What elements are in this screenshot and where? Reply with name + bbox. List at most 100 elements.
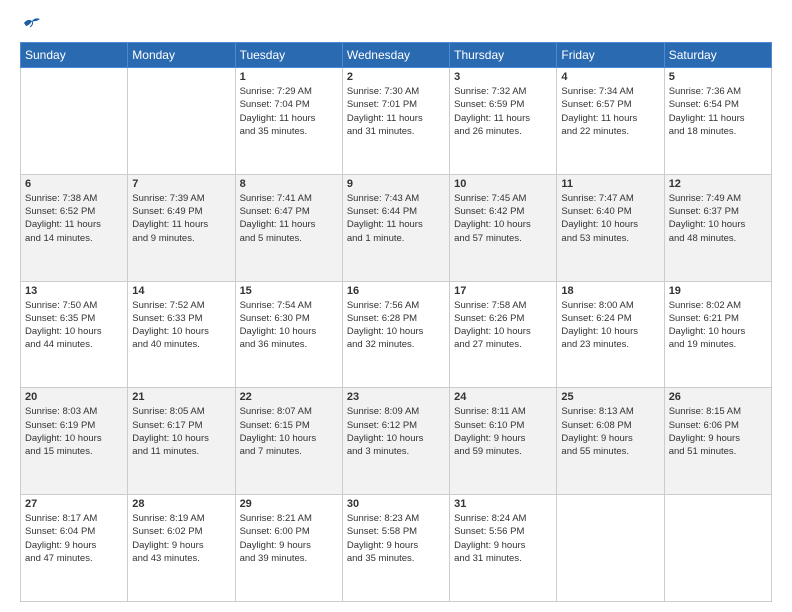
calendar-cell: 19 Sunrise: 8:02 AM Sunset: 6:21 PM Dayli… [664, 281, 771, 388]
calendar-table: SundayMondayTuesdayWednesdayThursdayFrid… [20, 42, 772, 602]
calendar-cell: 30 Sunrise: 8:23 AM Sunset: 5:58 PM Dayli… [342, 495, 449, 602]
day-number: 26 [669, 391, 767, 403]
cell-info: Sunrise: 7:52 AM Sunset: 6:33 PM Dayligh… [132, 299, 230, 352]
calendar-cell: 13 Sunrise: 7:50 AM Sunset: 6:35 PM Dayli… [21, 281, 128, 388]
calendar-week-5: 27Sunrise: 8:17 AM Sunset: 6:04 PM Dayli… [21, 495, 772, 602]
cell-info: Sunrise: 8:15 AM Sunset: 6:06 PM Dayligh… [669, 405, 767, 458]
day-number: 7 [132, 178, 230, 190]
cell-info: Sunrise: 8:24 AM Sunset: 5:56 PM Dayligh… [454, 512, 552, 565]
day-number: 17 [454, 285, 552, 297]
weekday-header-sunday: Sunday [21, 43, 128, 68]
calendar-cell: 16 Sunrise: 7:56 AM Sunset: 6:28 PM Dayli… [342, 281, 449, 388]
cell-info: Sunrise: 7:49 AM Sunset: 6:37 PM Dayligh… [669, 192, 767, 245]
calendar-cell: 15Sunrise: 7:54 AM Sunset: 6:30 PM Dayli… [235, 281, 342, 388]
cell-info: Sunrise: 7:54 AM Sunset: 6:30 PM Dayligh… [240, 299, 338, 352]
calendar-cell: 9 Sunrise: 7:43 AM Sunset: 6:44 PM Daylig… [342, 174, 449, 281]
day-number: 10 [454, 178, 552, 190]
cell-info: Sunrise: 8:02 AM Sunset: 6:21 PM Dayligh… [669, 299, 767, 352]
calendar-cell: 11Sunrise: 7:47 AM Sunset: 6:40 PM Dayli… [557, 174, 664, 281]
day-number: 24 [454, 391, 552, 403]
cell-info: Sunrise: 7:34 AM Sunset: 6:57 PM Dayligh… [561, 85, 659, 138]
day-number: 27 [25, 498, 123, 510]
cell-info: Sunrise: 7:41 AM Sunset: 6:47 PM Dayligh… [240, 192, 338, 245]
day-number: 5 [669, 71, 767, 83]
cell-info: Sunrise: 7:56 AM Sunset: 6:28 PM Dayligh… [347, 299, 445, 352]
day-number: 14 [132, 285, 230, 297]
cell-info: Sunrise: 8:07 AM Sunset: 6:15 PM Dayligh… [240, 405, 338, 458]
weekday-header-tuesday: Tuesday [235, 43, 342, 68]
cell-info: Sunrise: 7:29 AM Sunset: 7:04 PM Dayligh… [240, 85, 338, 138]
day-number: 13 [25, 285, 123, 297]
weekday-header-saturday: Saturday [664, 43, 771, 68]
day-number: 2 [347, 71, 445, 83]
calendar-cell: 26 Sunrise: 8:15 AM Sunset: 6:06 PM Dayli… [664, 388, 771, 495]
day-number: 30 [347, 498, 445, 510]
calendar-cell: 12 Sunrise: 7:49 AM Sunset: 6:37 PM Dayli… [664, 174, 771, 281]
calendar-cell: 3 Sunrise: 7:32 AM Sunset: 6:59 PM Daylig… [450, 68, 557, 175]
cell-info: Sunrise: 8:23 AM Sunset: 5:58 PM Dayligh… [347, 512, 445, 565]
calendar-cell: 14 Sunrise: 7:52 AM Sunset: 6:33 PM Dayli… [128, 281, 235, 388]
cell-info: Sunrise: 7:58 AM Sunset: 6:26 PM Dayligh… [454, 299, 552, 352]
day-number: 29 [240, 498, 338, 510]
calendar-cell: 1 Sunrise: 7:29 AM Sunset: 7:04 PM Daylig… [235, 68, 342, 175]
day-number: 1 [240, 71, 338, 83]
day-number: 18 [561, 285, 659, 297]
calendar-cell: 8 Sunrise: 7:41 AM Sunset: 6:47 PM Daylig… [235, 174, 342, 281]
day-number: 23 [347, 391, 445, 403]
calendar-week-4: 20 Sunrise: 8:03 AM Sunset: 6:19 PM Dayli… [21, 388, 772, 495]
calendar-cell: 7 Sunrise: 7:39 AM Sunset: 6:49 PM Daylig… [128, 174, 235, 281]
header [20, 18, 772, 32]
calendar-cell: 23 Sunrise: 8:09 AM Sunset: 6:12 PM Dayli… [342, 388, 449, 495]
cell-info: Sunrise: 8:21 AM Sunset: 6:00 PM Dayligh… [240, 512, 338, 565]
day-number: 20 [25, 391, 123, 403]
day-number: 22 [240, 391, 338, 403]
calendar-cell: 25 Sunrise: 8:13 AM Sunset: 6:08 PM Dayli… [557, 388, 664, 495]
weekday-header-friday: Friday [557, 43, 664, 68]
day-number: 12 [669, 178, 767, 190]
cell-info: Sunrise: 7:43 AM Sunset: 6:44 PM Dayligh… [347, 192, 445, 245]
calendar-week-1: 1 Sunrise: 7:29 AM Sunset: 7:04 PM Daylig… [21, 68, 772, 175]
calendar-cell: 28Sunrise: 8:19 AM Sunset: 6:02 PM Dayli… [128, 495, 235, 602]
cell-info: Sunrise: 7:32 AM Sunset: 6:59 PM Dayligh… [454, 85, 552, 138]
cell-info: Sunrise: 8:03 AM Sunset: 6:19 PM Dayligh… [25, 405, 123, 458]
cell-info: Sunrise: 8:05 AM Sunset: 6:17 PM Dayligh… [132, 405, 230, 458]
calendar-week-2: 6 Sunrise: 7:38 AM Sunset: 6:52 PM Daylig… [21, 174, 772, 281]
cell-info: Sunrise: 8:09 AM Sunset: 6:12 PM Dayligh… [347, 405, 445, 458]
calendar-cell: 27Sunrise: 8:17 AM Sunset: 6:04 PM Dayli… [21, 495, 128, 602]
cell-info: Sunrise: 7:38 AM Sunset: 6:52 PM Dayligh… [25, 192, 123, 245]
day-number: 8 [240, 178, 338, 190]
cell-info: Sunrise: 7:39 AM Sunset: 6:49 PM Dayligh… [132, 192, 230, 245]
cell-info: Sunrise: 7:30 AM Sunset: 7:01 PM Dayligh… [347, 85, 445, 138]
logo-bird-icon [22, 16, 40, 30]
calendar-cell [21, 68, 128, 175]
cell-info: Sunrise: 7:47 AM Sunset: 6:40 PM Dayligh… [561, 192, 659, 245]
cell-info: Sunrise: 7:45 AM Sunset: 6:42 PM Dayligh… [454, 192, 552, 245]
cell-info: Sunrise: 7:50 AM Sunset: 6:35 PM Dayligh… [25, 299, 123, 352]
calendar-cell: 20 Sunrise: 8:03 AM Sunset: 6:19 PM Dayli… [21, 388, 128, 495]
day-number: 6 [25, 178, 123, 190]
logo [20, 18, 40, 32]
page: SundayMondayTuesdayWednesdayThursdayFrid… [0, 0, 792, 612]
calendar-cell: 10 Sunrise: 7:45 AM Sunset: 6:42 PM Dayli… [450, 174, 557, 281]
calendar-cell [128, 68, 235, 175]
day-number: 16 [347, 285, 445, 297]
weekday-header-monday: Monday [128, 43, 235, 68]
calendar-cell [664, 495, 771, 602]
day-number: 19 [669, 285, 767, 297]
cell-info: Sunrise: 8:13 AM Sunset: 6:08 PM Dayligh… [561, 405, 659, 458]
day-number: 9 [347, 178, 445, 190]
weekday-header-wednesday: Wednesday [342, 43, 449, 68]
day-number: 4 [561, 71, 659, 83]
day-number: 25 [561, 391, 659, 403]
day-number: 3 [454, 71, 552, 83]
cell-info: Sunrise: 8:00 AM Sunset: 6:24 PM Dayligh… [561, 299, 659, 352]
calendar-cell: 22 Sunrise: 8:07 AM Sunset: 6:15 PM Dayli… [235, 388, 342, 495]
calendar-cell: 31 Sunrise: 8:24 AM Sunset: 5:56 PM Dayli… [450, 495, 557, 602]
calendar-cell: 17 Sunrise: 7:58 AM Sunset: 6:26 PM Dayli… [450, 281, 557, 388]
calendar-cell: 18 Sunrise: 8:00 AM Sunset: 6:24 PM Dayli… [557, 281, 664, 388]
day-number: 31 [454, 498, 552, 510]
cell-info: Sunrise: 8:11 AM Sunset: 6:10 PM Dayligh… [454, 405, 552, 458]
calendar-cell [557, 495, 664, 602]
cell-info: Sunrise: 7:36 AM Sunset: 6:54 PM Dayligh… [669, 85, 767, 138]
calendar-week-3: 13 Sunrise: 7:50 AM Sunset: 6:35 PM Dayli… [21, 281, 772, 388]
